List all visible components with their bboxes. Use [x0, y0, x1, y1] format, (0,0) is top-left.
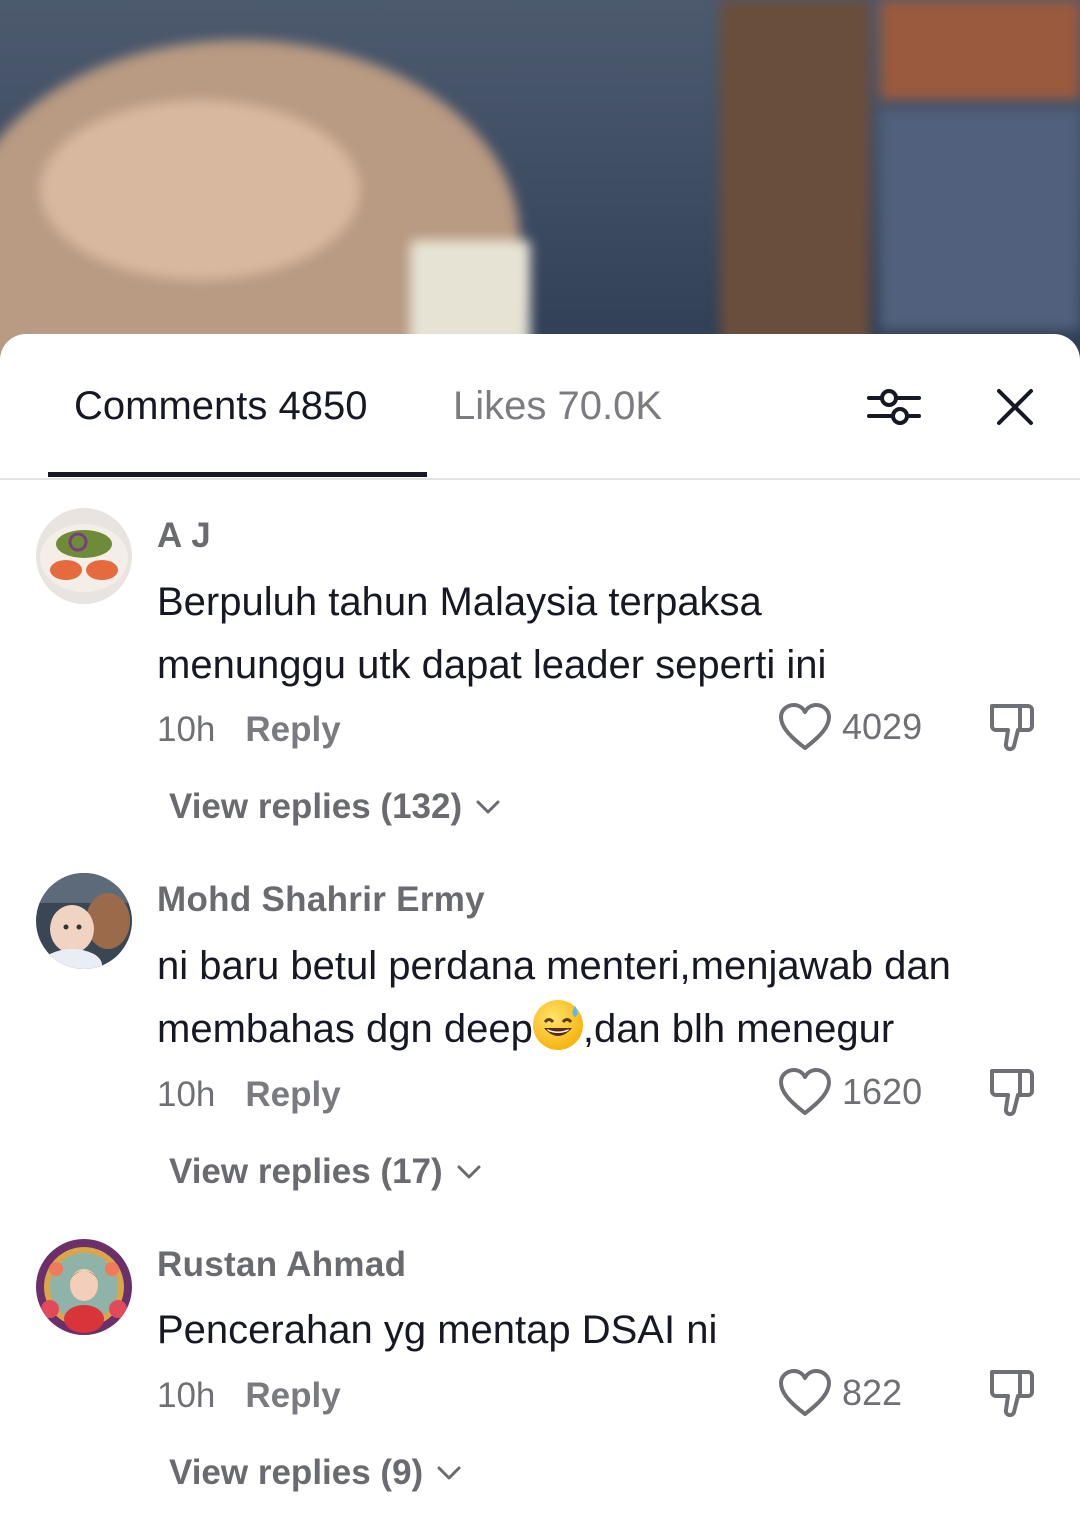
reply-button[interactable]: Reply	[245, 1376, 340, 1415]
comment-time: 10h	[157, 1376, 216, 1415]
heart-outline-icon	[779, 1068, 831, 1115]
grinning-sweat-emoji-icon	[532, 1000, 583, 1050]
thumbs-down-icon	[990, 1069, 1034, 1117]
comment-username[interactable]: Rustan Ahmad	[157, 1245, 406, 1285]
comment-username[interactable]: A J	[157, 516, 211, 556]
view-replies-label: View replies (132)	[169, 787, 463, 826]
filter-button[interactable]	[862, 382, 926, 432]
avatar[interactable]	[36, 1239, 132, 1335]
chevron-down-icon	[437, 1466, 461, 1480]
reply-button[interactable]: Reply	[245, 1075, 340, 1114]
chevron-down-icon	[476, 800, 500, 814]
video-background[interactable]	[0, 0, 1080, 360]
comment-meta: 10h Reply	[157, 1075, 341, 1115]
view-replies-label: View replies (9)	[169, 1453, 424, 1492]
sliders-icon	[867, 389, 921, 425]
like-button[interactable]: 822	[778, 1368, 902, 1418]
comment-time: 10h	[157, 710, 216, 749]
like-count: 822	[842, 1372, 903, 1413]
avatar-image	[36, 873, 132, 969]
blurred-chair	[720, 0, 870, 360]
comment-text: Berpuluh tahun Malaysia terpaksa menungg…	[157, 571, 1057, 697]
avatar-image	[36, 508, 132, 604]
avatar[interactable]	[36, 873, 132, 969]
comment-text-part: membahas dgn deep	[157, 1007, 533, 1051]
dislike-button[interactable]	[986, 1366, 1040, 1420]
comment-text-line: ni baru betul perdana menteri,menjawab d…	[157, 944, 951, 988]
chevron-down-icon	[457, 1165, 481, 1179]
heart-outline-icon	[779, 1369, 831, 1416]
dislike-button[interactable]	[986, 1065, 1040, 1119]
comment-meta: 10h Reply	[157, 1376, 341, 1416]
like-count: 1620	[842, 1071, 923, 1112]
comment-text-line: Pencerahan yg mentap DSAI ni	[157, 1308, 718, 1352]
thumbs-down-icon	[990, 1370, 1034, 1418]
comment-time: 10h	[157, 1075, 216, 1114]
like-count: 4029	[842, 706, 923, 747]
comment-text: Pencerahan yg mentap DSAI ni	[157, 1299, 1057, 1362]
comment-text-line: menunggu utk dapat leader seperti ini	[157, 643, 827, 687]
comment-text: ni baru betul perdana menteri,menjawab d…	[157, 935, 1057, 1061]
thumbs-down-icon	[990, 704, 1034, 752]
close-button[interactable]	[988, 380, 1042, 434]
comment-text-part: ,dan blh menegur	[582, 1007, 895, 1051]
comment-text-line: Berpuluh tahun Malaysia terpaksa	[157, 580, 762, 624]
close-icon	[997, 389, 1033, 425]
comment-meta: 10h Reply	[157, 710, 341, 750]
blurred-seat	[880, 110, 1080, 330]
heart-outline-icon	[779, 703, 831, 750]
view-replies-label: View replies (17)	[169, 1152, 443, 1191]
reply-button[interactable]: Reply	[245, 710, 340, 749]
view-replies-button[interactable]: View replies (17)	[169, 1152, 481, 1192]
comment-username[interactable]: Mohd Shahrir Ermy	[157, 880, 485, 920]
active-tab-indicator	[48, 472, 427, 477]
blurred-highlight	[40, 100, 360, 280]
avatar-image	[36, 1239, 132, 1335]
view-replies-button[interactable]: View replies (9)	[169, 1453, 461, 1493]
like-button[interactable]: 1620	[778, 1067, 922, 1117]
comment-text-line: membahas dgn deep ,dan blh menegur	[157, 998, 1057, 1061]
like-button[interactable]: 4029	[778, 702, 922, 752]
view-replies-button[interactable]: View replies (132)	[169, 787, 500, 827]
blurred-wall	[880, 0, 1080, 100]
dislike-button[interactable]	[986, 700, 1040, 754]
tab-comments[interactable]: Comments 4850	[74, 378, 367, 434]
tab-likes[interactable]: Likes 70.0K	[453, 378, 662, 434]
avatar[interactable]	[36, 508, 132, 604]
